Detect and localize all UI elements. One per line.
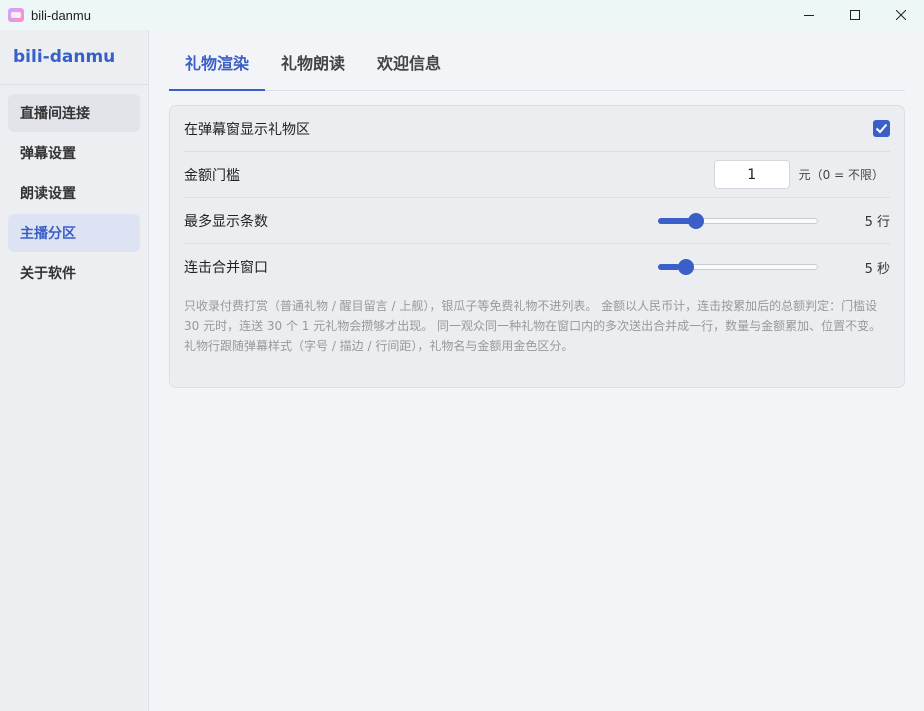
- main-content: 礼物渲染 礼物朗读 欢迎信息 在弹幕窗显示礼物区 金额门槛 元（0 = 不限） …: [169, 30, 905, 388]
- amount-threshold-control: 元（0 = 不限）: [713, 160, 890, 189]
- app-brand: bili-danmu: [0, 30, 148, 85]
- sidebar-item-danmu-settings[interactable]: 弹幕设置: [8, 134, 140, 172]
- setting-row-max-rows: 最多显示条数 5 行: [184, 198, 890, 244]
- amount-unit-text: 元（0 = 不限）: [798, 168, 884, 182]
- show-gift-area-checkbox[interactable]: [873, 120, 890, 137]
- combo-window-value: 5 秒: [864, 261, 890, 277]
- tab-gift-tts[interactable]: 礼物朗读: [265, 50, 361, 90]
- combo-window-slider[interactable]: [658, 258, 818, 276]
- slider-fill: [658, 217, 692, 224]
- close-icon: [896, 10, 906, 20]
- max-rows-value: 5 行: [864, 215, 890, 230]
- max-rows-label: 最多显示条数: [184, 213, 268, 230]
- title-bar: bili-danmu: [0, 0, 924, 30]
- combo-window-label: 连击合并窗口: [184, 260, 268, 276]
- close-button[interactable]: [878, 0, 924, 30]
- max-rows-slider[interactable]: [658, 212, 818, 230]
- sidebar-item-about[interactable]: 关于软件: [8, 254, 140, 292]
- tab-welcome-info[interactable]: 欢迎信息: [361, 50, 457, 90]
- maximize-button[interactable]: [832, 0, 878, 30]
- app-icon: [8, 8, 24, 22]
- max-rows-control: 5 行: [658, 211, 890, 230]
- slider-thumb[interactable]: [688, 212, 705, 229]
- help-note: 只收录付费打赏（普通礼物 / 醒目留言 / 上舰），银瓜子等免费礼物不进列表。 …: [184, 299, 882, 353]
- window-title: bili-danmu: [31, 7, 91, 23]
- sidebar-item-streamer-section[interactable]: 主播分区: [8, 214, 140, 252]
- setting-row-amount-threshold: 金额门槛 元（0 = 不限）: [184, 152, 890, 198]
- sidebar-nav: 直播间连接 弹幕设置 朗读设置 主播分区 关于软件: [0, 85, 148, 292]
- tab-gift-render[interactable]: 礼物渲染: [169, 50, 266, 91]
- maximize-icon: [850, 10, 860, 20]
- combo-window-control: 5 秒: [658, 258, 890, 277]
- sidebar-item-tts-settings[interactable]: 朗读设置: [8, 174, 140, 212]
- minimize-icon: [804, 15, 814, 16]
- sidebar: bili-danmu 直播间连接 弹幕设置 朗读设置 主播分区 关于软件: [0, 30, 149, 711]
- tab-bar: 礼物渲染 礼物朗读 欢迎信息: [169, 30, 905, 91]
- setting-row-combo-window: 连击合并窗口 5 秒: [184, 244, 890, 290]
- sidebar-item-room-connection[interactable]: 直播间连接: [8, 94, 140, 132]
- minimize-button[interactable]: [786, 0, 832, 30]
- setting-row-show-gift-area: 在弹幕窗显示礼物区: [184, 106, 890, 152]
- amount-threshold-input[interactable]: [713, 160, 790, 189]
- settings-card: 在弹幕窗显示礼物区 金额门槛 元（0 = 不限） 最多显示条数 5 行: [169, 105, 905, 388]
- slider-fill: [658, 264, 681, 270]
- checkmark-icon: [875, 123, 888, 134]
- slider-thumb[interactable]: [677, 259, 694, 275]
- amount-threshold-label: 金额门槛: [184, 167, 240, 184]
- window-controls: [786, 0, 924, 30]
- show-gift-area-label: 在弹幕窗显示礼物区: [184, 121, 310, 138]
